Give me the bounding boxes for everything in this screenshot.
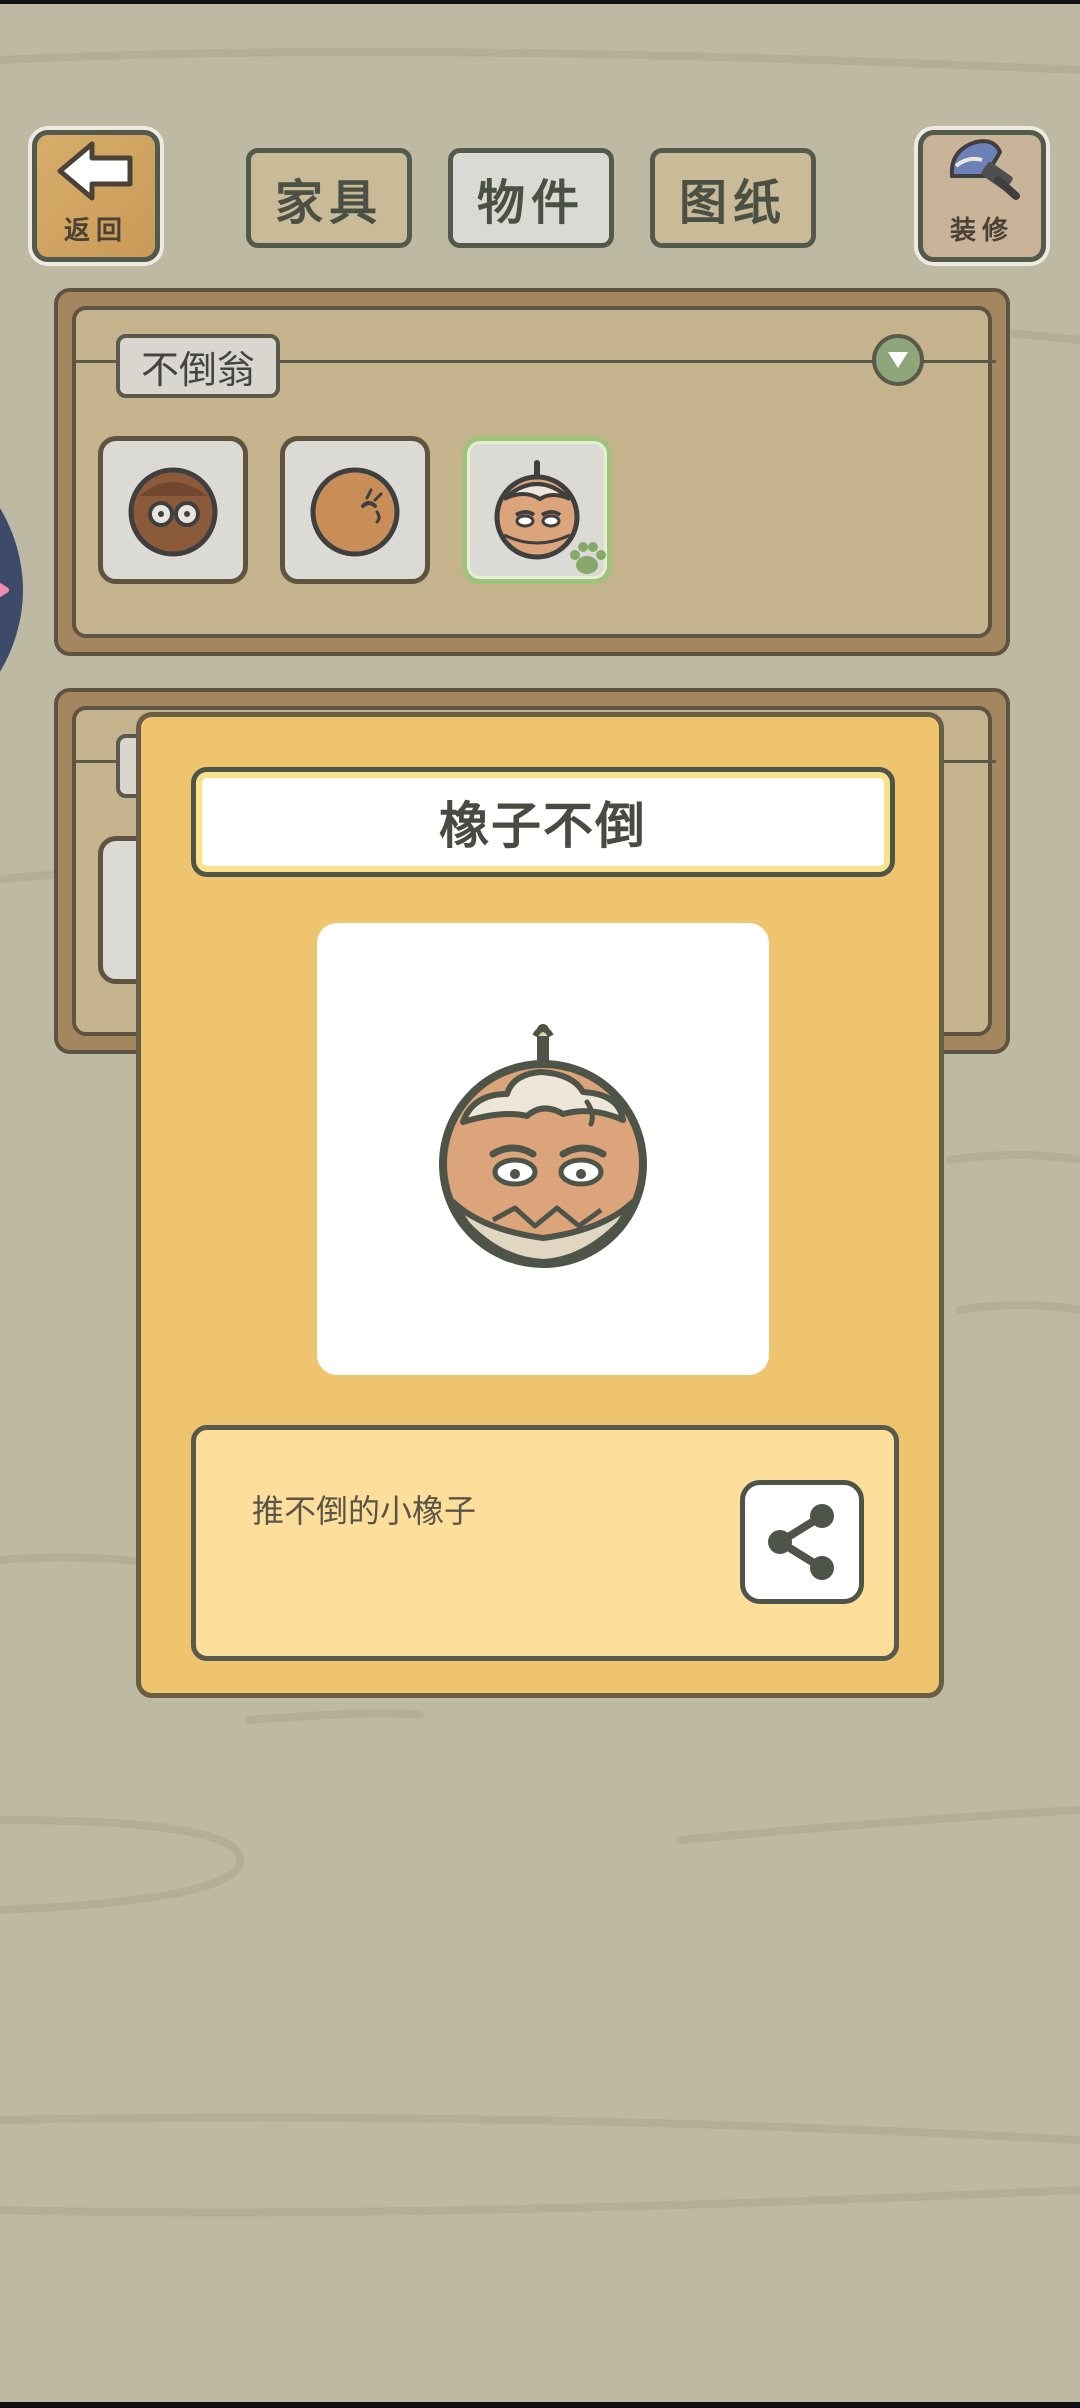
- acorn-glasses-icon: [128, 467, 218, 557]
- acorn-tumbler-icon: [439, 1024, 647, 1268]
- item-title: 橡子不倒: [191, 767, 895, 877]
- decorate-label: 装修: [949, 216, 1014, 246]
- back-arrow-icon: [57, 141, 133, 201]
- back-label: 返回: [63, 216, 128, 246]
- tab-furniture[interactable]: 家具: [246, 148, 412, 248]
- item-slot-2[interactable]: [280, 436, 430, 584]
- category-panel-inner: 不倒翁: [72, 306, 996, 638]
- category-dropdown[interactable]: [872, 334, 924, 386]
- item-slot-3[interactable]: [462, 436, 612, 584]
- share-button[interactable]: [740, 1480, 864, 1604]
- nav-divider: [0, 2402, 1080, 2408]
- paintbrush-icon: [949, 139, 1020, 200]
- acorn-smile-icon: [310, 467, 400, 557]
- description-box: 推不倒的小橡子: [191, 1425, 899, 1661]
- item-slot-1[interactable]: [98, 436, 248, 584]
- item-description: 推不倒的小橡子: [252, 1492, 477, 1530]
- tab-blueprints[interactable]: 图纸: [650, 148, 816, 248]
- category-panel: 不倒翁: [54, 288, 1010, 656]
- back-button[interactable]: 返回: [32, 130, 160, 262]
- item-preview: [317, 923, 769, 1375]
- decorate-button[interactable]: 装修: [918, 130, 1046, 262]
- triangle-down-icon: [888, 352, 908, 368]
- share-icon: [768, 1504, 834, 1580]
- item-detail-popup: 橡子不倒 推不倒的小橡子: [136, 712, 944, 1698]
- paw-badge-icon: [570, 542, 606, 574]
- tab-items[interactable]: 物件: [448, 148, 614, 248]
- side-drawer-tab[interactable]: [0, 470, 50, 710]
- category-label: 不倒翁: [116, 334, 280, 398]
- status-divider: [0, 0, 1080, 4]
